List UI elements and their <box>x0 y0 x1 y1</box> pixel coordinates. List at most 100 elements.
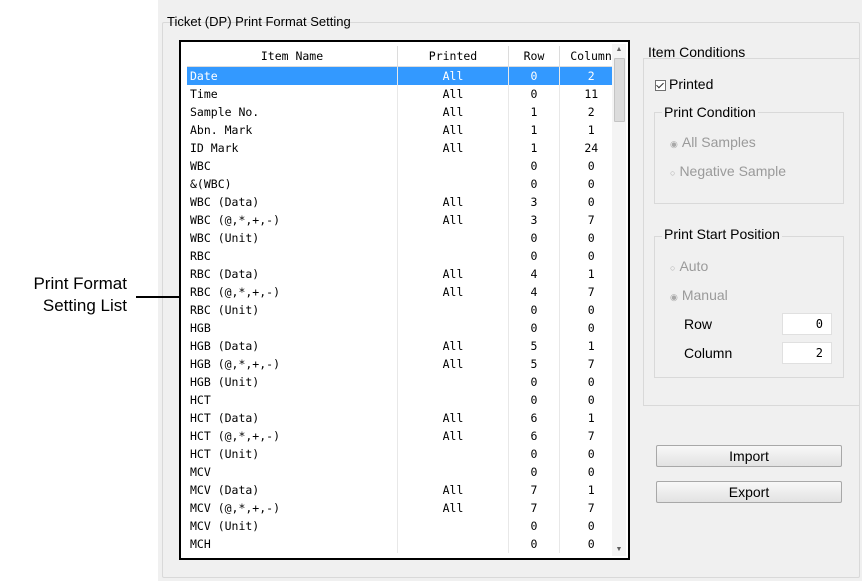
cell-row: 4 <box>508 283 560 301</box>
table-row[interactable]: HCT (Unit) 0 0 <box>187 445 623 463</box>
cell-row: 3 <box>508 193 560 211</box>
table-row[interactable]: WBC (Data) All 3 0 <box>187 193 623 211</box>
table-row[interactable]: HGB 0 0 <box>187 319 623 337</box>
radio-unselected-icon: ○ <box>670 168 676 178</box>
cell-printed: All <box>397 499 509 517</box>
row-label: Row <box>684 316 713 332</box>
cell-printed: All <box>397 85 509 103</box>
table-row[interactable]: Sample No. All 1 2 <box>187 103 623 121</box>
cell-item-name: RBC (Unit) <box>187 301 398 319</box>
table-row[interactable]: HCT 0 0 <box>187 391 623 409</box>
cell-item-name: Sample No. <box>187 103 398 121</box>
table-row[interactable]: MCV (Data) All 7 1 <box>187 481 623 499</box>
cell-item-name: WBC (Data) <box>187 193 398 211</box>
callout-label-line1: Print Format <box>33 274 127 293</box>
list-scrollbar[interactable]: ▲ ▼ <box>612 44 626 556</box>
cell-item-name: &(WBC) <box>187 175 398 193</box>
cell-printed: All <box>397 139 509 157</box>
cell-printed: All <box>397 355 509 373</box>
group-title: Ticket (DP) Print Format Setting <box>167 14 351 29</box>
radio-selected-icon: ◉ <box>670 139 678 149</box>
print-start-position-title: Print Start Position <box>662 226 782 242</box>
cell-row: 6 <box>508 409 560 427</box>
radio-unselected-icon: ○ <box>670 263 676 273</box>
table-row[interactable]: MCV 0 0 <box>187 463 623 481</box>
table-row[interactable]: MCV (@,*,+,-) All 7 7 <box>187 499 623 517</box>
table-row[interactable]: WBC (@,*,+,-) All 3 7 <box>187 211 623 229</box>
cell-item-name: Date <box>187 66 398 85</box>
cell-item-name: RBC <box>187 247 398 265</box>
cell-printed <box>397 247 509 265</box>
column-header-row[interactable]: Row <box>508 46 560 67</box>
table-row[interactable]: MCV (Unit) 0 0 <box>187 517 623 535</box>
table-row[interactable]: RBC (Unit) 0 0 <box>187 301 623 319</box>
table-row[interactable]: MCH 0 0 <box>187 535 623 553</box>
table-row[interactable]: HGB (Data) All 5 1 <box>187 337 623 355</box>
cell-item-name: RBC (Data) <box>187 265 398 283</box>
radio-negative-sample-label: Negative Sample <box>679 163 787 179</box>
print-format-setting-list[interactable]: Item Name Printed Row Column Date All 0 2 Ti… <box>179 40 630 560</box>
cell-item-name: HCT (Data) <box>187 409 398 427</box>
cell-row: 0 <box>508 445 560 463</box>
cell-item-name: HGB (Unit) <box>187 373 398 391</box>
table-row[interactable]: RBC (@,*,+,-) All 4 7 <box>187 283 623 301</box>
cell-row: 0 <box>508 229 560 247</box>
table-row[interactable]: Time All 0 11 <box>187 85 623 103</box>
print-format-table: Item Name Printed Row Column Date All 0 2 Ti… <box>187 46 623 553</box>
table-row[interactable]: HGB (@,*,+,-) All 5 7 <box>187 355 623 373</box>
column-label: Column <box>684 345 733 361</box>
cell-printed <box>397 391 509 409</box>
cell-item-name: RBC (@,*,+,-) <box>187 283 398 301</box>
row-input[interactable]: 0 <box>782 313 832 335</box>
table-row[interactable]: WBC 0 0 <box>187 157 623 175</box>
table-row[interactable]: ID Mark All 1 24 <box>187 139 623 157</box>
table-row[interactable]: HCT (@,*,+,-) All 6 7 <box>187 427 623 445</box>
table-row[interactable]: HGB (Unit) 0 0 <box>187 373 623 391</box>
printed-checkbox-label: Printed <box>669 76 714 92</box>
column-header-printed[interactable]: Printed <box>397 46 509 67</box>
table-row[interactable]: WBC (Unit) 0 0 <box>187 229 623 247</box>
cell-row: 3 <box>508 211 560 229</box>
cell-printed: All <box>397 265 509 283</box>
callout-label-line2: Setting List <box>42 296 127 315</box>
import-button[interactable]: Import <box>656 445 842 467</box>
radio-auto-label: Auto <box>679 258 709 274</box>
cell-item-name: HCT (@,*,+,-) <box>187 427 398 445</box>
radio-manual[interactable]: ◉ Manual <box>670 287 728 303</box>
cell-printed: All <box>397 193 509 211</box>
cell-row: 4 <box>508 265 560 283</box>
export-button[interactable]: Export <box>656 481 842 503</box>
cell-row: 0 <box>508 157 560 175</box>
table-header-row: Item Name Printed Row Column <box>187 46 623 67</box>
table-row[interactable]: Abn. Mark All 1 1 <box>187 121 623 139</box>
cell-printed: All <box>397 66 509 85</box>
table-row[interactable]: &(WBC) 0 0 <box>187 175 623 193</box>
callout-label: Print Format Setting List <box>0 273 127 317</box>
table-row[interactable]: RBC 0 0 <box>187 247 623 265</box>
printed-checkbox[interactable]: Printed <box>655 76 713 92</box>
table-row[interactable]: Date All 0 2 <box>187 66 623 85</box>
cell-item-name: WBC (Unit) <box>187 229 398 247</box>
checkbox-checked-icon[interactable] <box>655 79 666 91</box>
table-row[interactable]: RBC (Data) All 4 1 <box>187 265 623 283</box>
column-header-item-name[interactable]: Item Name <box>187 46 398 67</box>
callout-line <box>136 296 180 298</box>
cell-item-name: HGB <box>187 319 398 337</box>
cell-printed: All <box>397 211 509 229</box>
cell-printed: All <box>397 481 509 499</box>
cell-printed: All <box>397 103 509 121</box>
scroll-thumb[interactable] <box>614 58 625 122</box>
column-input[interactable]: 2 <box>782 342 832 364</box>
table-row[interactable]: HCT (Data) All 6 1 <box>187 409 623 427</box>
radio-all-samples[interactable]: ◉ All Samples <box>670 134 756 150</box>
scroll-down-arrow-icon[interactable]: ▼ <box>612 544 626 556</box>
cell-item-name: Time <box>187 85 398 103</box>
cell-item-name: HGB (Data) <box>187 337 398 355</box>
cell-item-name: HGB (@,*,+,-) <box>187 355 398 373</box>
radio-auto[interactable]: ○ Auto <box>670 258 708 274</box>
cell-item-name: MCV (@,*,+,-) <box>187 499 398 517</box>
radio-negative-sample[interactable]: ○ Negative Sample <box>670 163 786 179</box>
cell-item-name: HCT (Unit) <box>187 445 398 463</box>
cell-printed: All <box>397 409 509 427</box>
scroll-up-arrow-icon[interactable]: ▲ <box>612 44 626 56</box>
